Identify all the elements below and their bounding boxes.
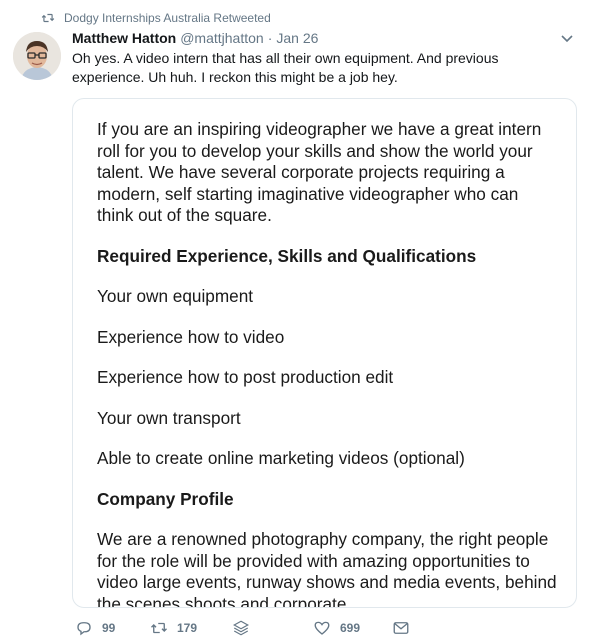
company-profile-heading: Company Profile bbox=[97, 488, 234, 509]
stack-button[interactable] bbox=[232, 616, 250, 640]
requirement-item: Able to create online marketing videos (… bbox=[97, 448, 465, 468]
author-handle[interactable]: @mattjhatton bbox=[180, 30, 263, 46]
retweet-context: Dodgy Internships Australia Retweeted bbox=[41, 10, 271, 26]
like-count: 699 bbox=[340, 621, 361, 635]
requirement-item: Experience how to video bbox=[97, 326, 285, 347]
reply-button[interactable]: 99 bbox=[75, 616, 115, 640]
retweet-icon bbox=[151, 622, 167, 634]
message-button[interactable] bbox=[392, 616, 410, 640]
tweet-header: Matthew Hatton @mattjhatton · Jan 26 bbox=[72, 30, 318, 48]
avatar-image bbox=[13, 32, 61, 80]
like-button[interactable]: 699 bbox=[313, 616, 360, 640]
tweet-date[interactable]: Jan 26 bbox=[276, 30, 318, 46]
tweet-text: Oh yes. A video intern that has all thei… bbox=[72, 50, 499, 85]
heart-icon bbox=[314, 621, 330, 635]
requirement-item: Experience how to post production edit bbox=[97, 367, 394, 387]
retweet-icon bbox=[41, 13, 55, 23]
retweet-count: 179 bbox=[177, 621, 198, 635]
separator-dot: · bbox=[267, 30, 273, 46]
reply-icon bbox=[77, 622, 91, 636]
author-name[interactable]: Matthew Hatton bbox=[72, 30, 176, 46]
avatar[interactable] bbox=[13, 32, 61, 80]
retweeted-by-label[interactable]: Dodgy Internships Australia Retweeted bbox=[64, 11, 271, 25]
company-profile-text: We are a renowned photography company, t… bbox=[97, 529, 557, 608]
attached-image[interactable]: If you are an inspiring videographer we … bbox=[72, 98, 577, 608]
requirements-heading: Required Experience, Skills and Qualific… bbox=[97, 245, 477, 266]
layers-icon bbox=[233, 620, 249, 636]
job-ad-content: If you are an inspiring videographer we … bbox=[97, 119, 557, 608]
requirement-item: Your own transport bbox=[97, 407, 241, 428]
tweet-actions: 99 179 699 bbox=[0, 616, 591, 640]
chevron-down-icon[interactable] bbox=[560, 34, 574, 44]
envelope-icon bbox=[393, 622, 409, 634]
reply-count: 99 bbox=[102, 621, 116, 635]
retweet-button[interactable]: 179 bbox=[150, 616, 197, 640]
job-ad-intro: If you are an inspiring videographer we … bbox=[97, 119, 542, 225]
requirement-item: Your own equipment bbox=[97, 286, 254, 306]
